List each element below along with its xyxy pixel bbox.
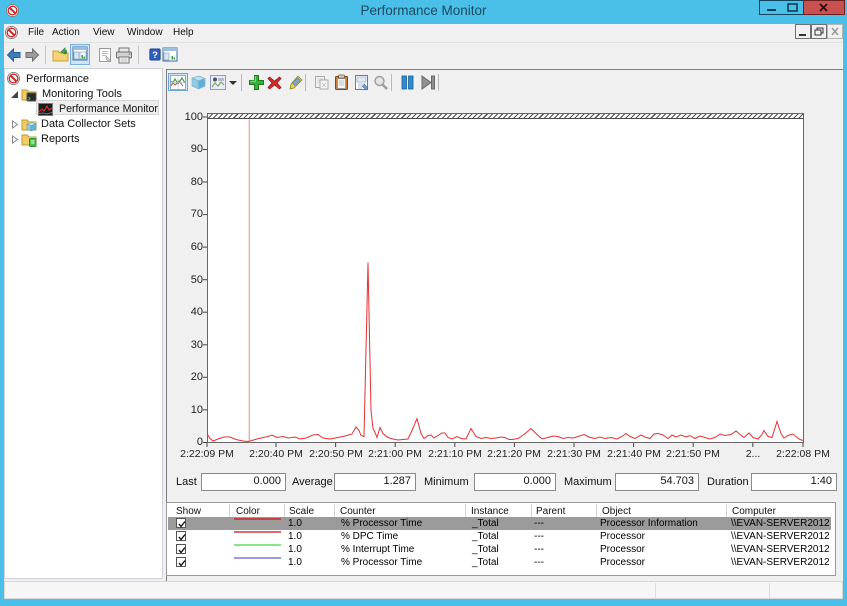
svg-text:?: ? bbox=[152, 50, 158, 61]
